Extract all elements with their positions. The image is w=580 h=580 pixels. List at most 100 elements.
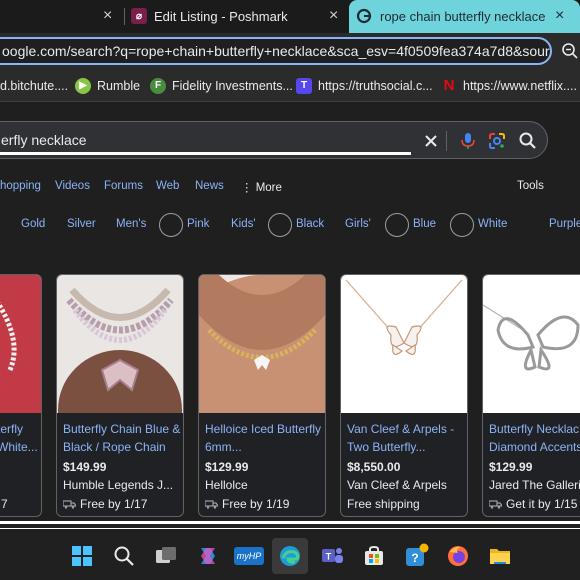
search-icon[interactable] [110,542,138,570]
chip-black[interactable]: Black [296,218,324,230]
product-image [57,275,183,413]
product-seller: 7 [1,497,8,511]
copilot-icon[interactable] [194,542,222,570]
bookmark-fidelity[interactable]: F Fidelity Investments... [150,69,293,102]
truck-icon [63,499,76,509]
product-image [341,275,467,413]
shipping-info: Free shipping [347,497,420,511]
tab-more[interactable]: ⋮ More [241,180,282,194]
tab-1[interactable]: × [0,0,122,33]
bookmark-label: Fidelity Investments... [172,78,293,93]
refinement-chips: Gold Silver Men's Pink Kids' Black Girls… [0,210,580,240]
product-card[interactable]: Butterfly Necklac Diamond Accents $129.9… [482,274,580,517]
product-image [199,275,325,413]
shipping-text: Get it by 1/15 [506,497,578,511]
bookmark-bitchute[interactable]: d.bitchute.... [0,69,68,102]
tab-news[interactable]: News [195,180,224,192]
product-card[interactable]: Helloice Iced Butterfly 6mm... $129.99 H… [198,274,326,517]
chip-silver[interactable]: Silver [67,218,96,230]
more-label: More [255,182,282,194]
chip-pink[interactable]: Pink [187,218,209,230]
product-title: terfly White... [0,422,38,454]
myhp-label: myHP [233,547,265,565]
chip-blue[interactable]: Blue [413,218,436,230]
pink-swatch-icon[interactable] [159,213,183,237]
edge-icon[interactable] [272,538,308,574]
netflix-icon: N [443,77,455,94]
close-tab-icon[interactable]: × [329,7,338,25]
google-icon [356,8,372,24]
shipping-info: Free by 1/19 [205,497,289,511]
tools-button[interactable]: Tools [517,180,544,192]
firefox-icon[interactable] [444,542,472,570]
search-nav-tabs: hopping Videos Forums Web News ⋮ More To… [0,180,580,200]
close-tab-icon[interactable]: × [555,7,564,25]
chip-white[interactable]: White [478,218,507,230]
black-swatch-icon[interactable] [268,213,292,237]
product-title: Butterfly Chain Blue & Black / Rope Chai… [63,422,181,454]
myhp-icon[interactable]: myHP [233,542,265,570]
teams-icon[interactable]: T [318,542,346,570]
chip-purple[interactable]: Purple [549,218,580,230]
zoom-icon[interactable] [561,42,579,60]
bookmark-label: https://truthsocial.c... [318,78,433,93]
product-seller: Humble Legends J... [63,478,174,492]
product-seller: Van Cleef & Arpels [347,478,447,492]
product-price: $129.99 [205,460,249,474]
product-card[interactable]: Van Cleef & Arpels - Two Butterfly... $8… [340,274,468,517]
windows-start-icon[interactable] [68,542,96,570]
shipping-text: Free by 1/17 [80,497,148,511]
shipping-text: Free by 1/19 [222,497,290,511]
tab-poshmark[interactable]: ⌀ Edit Listing - Poshmark × [126,0,348,33]
product-image [0,275,41,413]
bookmark-netflix[interactable]: N https://www.netflix.... [441,69,577,102]
truck-icon [489,499,502,509]
file-explorer-icon[interactable] [486,542,514,570]
tab-shopping[interactable]: hopping [0,180,41,192]
clear-icon[interactable] [421,131,441,151]
bookmark-label: d.bitchute.... [0,78,69,93]
tab-title: rope chain butterfly necklace - Go [380,9,548,24]
product-seller: Hellolce [205,478,248,492]
product-title: Van Cleef & Arpels - Two Butterfly... [347,422,455,454]
shipping-info: Free by 1/17 [63,497,147,511]
search-underline [0,152,411,155]
store-icon[interactable] [360,542,388,570]
product-seller: Jared The Galleri [489,478,580,492]
product-card[interactable]: terfly White... 7 [0,274,42,517]
blue-swatch-icon[interactable] [385,213,409,237]
address-bar-row: oogle.com/search?q=rope+chain+butterfly+… [0,33,580,69]
microphone-icon[interactable] [458,131,478,151]
product-carousel: terfly White... 7 Butterfly Chain Blue &… [0,274,580,520]
chip-gold[interactable]: Gold [21,218,45,230]
bookmark-truthsocial[interactable]: T https://truthsocial.c... [296,69,433,102]
chip-kids[interactable]: Kids' [231,218,256,230]
rumble-icon: ▶ [75,77,91,94]
weather-icon[interactable]: ? [402,542,430,570]
tab-forums[interactable]: Forums [104,180,143,192]
shipping-text: Free shipping [347,497,420,511]
bookmark-rumble[interactable]: ▶ Rumble [75,69,140,102]
tab-web[interactable]: Web [156,180,179,192]
tab-videos[interactable]: Videos [55,180,90,192]
search-icon[interactable] [518,131,538,151]
white-swatch-icon[interactable] [450,213,474,237]
svg-text:T: T [326,552,332,562]
tab-google-search[interactable]: rope chain butterfly necklace - Go × [349,0,580,33]
shipping-info: Get it by 1/15 [489,497,577,511]
product-price: $8,550.00 [347,460,401,474]
taskbar: myHP T ? [0,532,580,580]
lens-icon[interactable] [487,131,507,151]
search-box[interactable]: erfly necklace [0,121,548,159]
truck-icon [205,499,218,509]
chip-girls[interactable]: Girls' [345,218,371,230]
bookmark-label: https://www.netflix.... [463,78,577,93]
product-card[interactable]: Butterfly Chain Blue & Black / Rope Chai… [56,274,184,517]
product-image [483,275,580,413]
close-tab-icon[interactable]: × [103,7,112,25]
address-bar[interactable]: oogle.com/search?q=rope+chain+butterfly+… [0,37,552,65]
task-view-icon[interactable] [152,542,180,570]
fidelity-icon: F [150,77,166,94]
search-query: erfly necklace [1,132,87,148]
chip-mens[interactable]: Men's [116,218,146,230]
